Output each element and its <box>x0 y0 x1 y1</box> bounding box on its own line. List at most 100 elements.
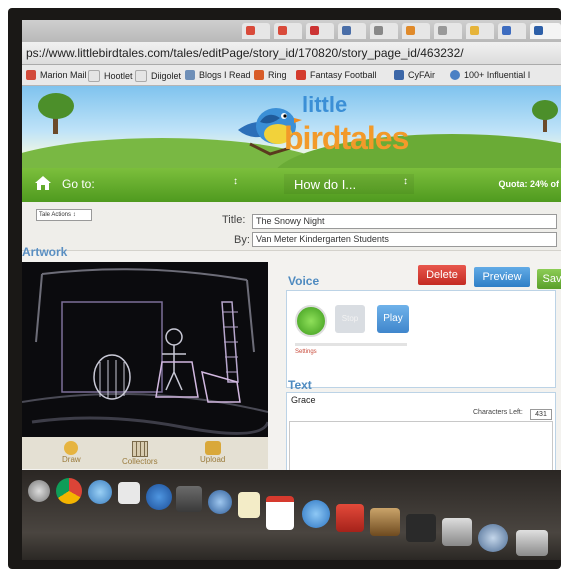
app-store-icon[interactable] <box>118 482 140 504</box>
howdo-dropdown[interactable]: How do I... ↕ <box>284 174 414 194</box>
author-input[interactable]: Van Meter Kindergarten Students <box>252 232 557 247</box>
mail-icon <box>26 70 36 80</box>
dropdown-arrow-icon: ↕ <box>403 176 408 187</box>
browser-tab[interactable] <box>370 23 398 39</box>
chrome-icon[interactable] <box>56 478 82 504</box>
bookmark-marion-mail[interactable]: Marion Mail <box>26 70 87 80</box>
globe-icon <box>450 70 460 80</box>
by-label: By: <box>234 234 250 246</box>
tab-favicon-icon <box>470 26 479 35</box>
voice-panel: Stop Play Settings <box>286 290 556 388</box>
draw-tool-button[interactable]: Draw <box>62 441 81 464</box>
bookmark-diigolet[interactable]: Diigolet <box>135 70 181 82</box>
settings-link[interactable]: Settings <box>295 349 317 355</box>
title-label: Title: <box>222 214 246 226</box>
chars-left-count: 431 <box>530 409 552 420</box>
browser-tab[interactable] <box>338 23 366 39</box>
address-bar[interactable]: ps://www.littlebirdtales.com/tales/editP… <box>22 42 561 65</box>
tab-favicon-icon <box>406 26 415 35</box>
notes-icon[interactable] <box>238 492 260 518</box>
bookmark-influential[interactable]: 100+ Influential I <box>450 70 530 80</box>
browser-tab[interactable] <box>242 23 270 39</box>
system-preferences-icon[interactable] <box>28 480 50 502</box>
artwork-drawing <box>22 262 268 437</box>
football-icon <box>296 70 306 80</box>
audio-progress-bar[interactable] <box>295 343 407 346</box>
tale-info-area: Tale Actions ↕ Title: The Snowy Night By… <box>22 202 561 251</box>
preview-button[interactable]: Preview <box>474 267 530 287</box>
dropdown-arrow-icon: ↕ <box>233 176 238 187</box>
site-nav-bar: Go to: ↕ How do I... ↕ Quota: 24% of <box>22 168 561 202</box>
tab-favicon-icon <box>374 26 383 35</box>
browser-tab-active[interactable] <box>530 23 561 39</box>
quicktime-icon[interactable] <box>208 490 232 514</box>
bookmark-ring[interactable]: Ring <box>254 70 287 80</box>
browser-tab[interactable] <box>498 23 526 39</box>
mac-dock <box>22 470 561 560</box>
garageband-icon[interactable] <box>370 508 400 536</box>
logo-text-little: little <box>302 92 348 117</box>
stop-button[interactable]: Stop <box>335 305 365 333</box>
bookmark-cyfair[interactable]: CyFAir <box>394 70 435 80</box>
browser-tab[interactable] <box>274 23 302 39</box>
calendar-icon[interactable] <box>266 496 294 530</box>
grid-icon <box>131 441 148 457</box>
tab-favicon-icon <box>278 26 287 35</box>
browser-tab[interactable] <box>434 23 462 39</box>
safari-icon[interactable] <box>88 480 112 504</box>
tab-favicon-icon <box>342 26 351 35</box>
tab-favicon-icon <box>534 26 543 35</box>
logo-text-birdtales: birdtales <box>284 120 409 156</box>
tree-right-icon <box>532 100 558 132</box>
bookmark-hootlet[interactable]: Hootlet <box>88 70 133 82</box>
quota-text: Quota: 24% of <box>498 179 559 189</box>
compass-icon[interactable] <box>478 524 508 552</box>
collectors-tool-button[interactable]: Collectors <box>122 441 158 466</box>
upload-tool-button[interactable]: Upload <box>200 441 225 464</box>
preview-app-icon[interactable] <box>442 518 472 546</box>
goto-dropdown[interactable]: Go to: ↕ <box>54 174 244 194</box>
chars-left-label: Characters Left: <box>473 409 523 416</box>
page-text-content[interactable]: Grace <box>291 395 316 405</box>
artwork-heading: Artwork <box>22 245 68 259</box>
tree-left-icon <box>38 93 74 134</box>
bookmarks-bar: Marion Mail Hootlet Diigolet Blogs I Rea… <box>22 65 561 86</box>
page-icon <box>135 70 147 82</box>
save-button[interactable]: Sav <box>537 269 561 289</box>
tab-favicon-icon <box>438 26 447 35</box>
photo-booth-icon[interactable] <box>176 486 202 512</box>
site-icon <box>394 70 404 80</box>
url-text[interactable]: ps://www.littlebirdtales.com/tales/editP… <box>26 46 464 60</box>
site-banner: little birdtales <box>22 86 561 168</box>
upload-icon <box>204 441 221 455</box>
browser-tab[interactable] <box>306 23 334 39</box>
art-toolbar: Draw Collectors Upload <box>22 437 268 469</box>
browser-tab[interactable] <box>466 23 494 39</box>
artwork-canvas[interactable] <box>22 262 268 437</box>
delete-button[interactable]: Delete <box>418 265 466 285</box>
paint-palette-icon <box>64 441 79 455</box>
monitor-screen: ps://www.littlebirdtales.com/tales/editP… <box>22 20 561 560</box>
text-heading: Text <box>288 378 312 392</box>
imovie-star-icon[interactable] <box>406 514 436 542</box>
tab-favicon-icon <box>502 26 511 35</box>
tab-favicon-icon <box>246 26 255 35</box>
bookmark-blogs-i-read[interactable]: Blogs I Read <box>185 70 251 80</box>
browser-tab[interactable] <box>402 23 430 39</box>
dropdown-arrow-icon: ↕ <box>72 212 76 218</box>
record-icon[interactable] <box>295 305 327 337</box>
voice-heading: Voice <box>288 274 320 288</box>
ring-icon <box>254 70 264 80</box>
photo-frame: ps://www.littlebirdtales.com/tales/editP… <box>8 8 561 569</box>
itunes-icon[interactable] <box>146 484 172 510</box>
home-icon[interactable] <box>34 175 52 191</box>
browser-tab-strip <box>22 20 561 42</box>
play-button[interactable]: Play <box>377 305 409 333</box>
title-input[interactable]: The Snowy Night <box>252 214 557 229</box>
itunes-music-icon[interactable] <box>302 500 330 528</box>
finder-icon[interactable] <box>516 530 548 556</box>
photo-icon[interactable] <box>336 504 364 532</box>
page-icon <box>88 70 100 82</box>
bookmark-fantasy-football[interactable]: Fantasy Football <box>296 70 377 80</box>
tale-actions-select[interactable]: Tale Actions ↕ <box>36 209 92 221</box>
